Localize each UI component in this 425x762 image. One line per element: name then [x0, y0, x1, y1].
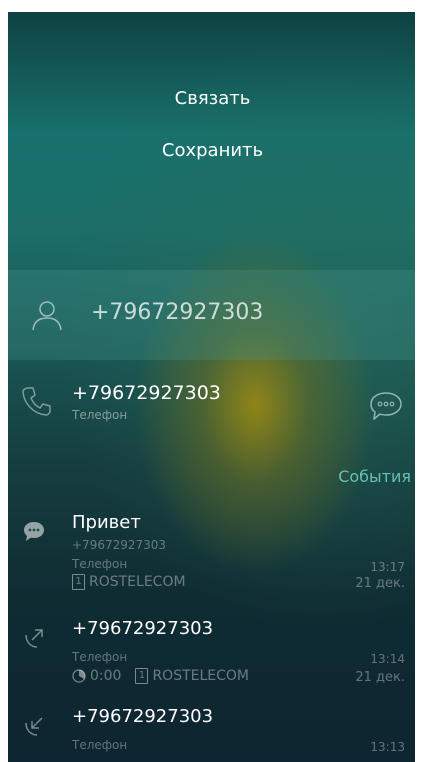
list-item[interactable]: +79672927303 Телефон 0:00 1 ROSTELECOM 1… — [8, 618, 415, 690]
event-time: 13:13 — [370, 740, 405, 754]
event-date: 21 дек. — [355, 670, 405, 685]
event-sim-line: 1 ROSTELECOM — [72, 574, 186, 590]
event-type: Телефон — [72, 738, 128, 752]
tab-events[interactable]: События — [338, 467, 411, 486]
person-icon — [32, 301, 62, 331]
event-title: +79672927303 — [72, 706, 214, 727]
contact-row[interactable]: +79672927303 Телефон — [8, 378, 415, 438]
operator-name: ROSTELECOM — [89, 574, 186, 590]
clock-icon — [72, 669, 86, 683]
sim-icon: 1 — [135, 668, 149, 684]
event-time: 13:14 — [370, 652, 405, 666]
outgoing-call-icon — [25, 629, 43, 648]
event-number: +79672927303 — [72, 538, 167, 552]
number-field-bar[interactable]: +79672927303 — [8, 270, 415, 360]
number-field[interactable]: +79672927303 — [91, 300, 263, 325]
link-button[interactable]: Связать — [0, 88, 425, 109]
sms-icon — [24, 522, 44, 541]
list-item[interactable]: Привет +79672927303 Телефон 1 ROSTELECOM… — [8, 512, 415, 602]
event-title: Привет — [72, 512, 141, 533]
sim-icon: 1 — [72, 574, 85, 590]
phone-icon[interactable] — [20, 384, 54, 418]
left-frame — [0, 0, 8, 762]
incoming-call-icon — [25, 717, 43, 736]
save-button[interactable]: Сохранить — [0, 140, 425, 161]
call-duration: 0:00 — [90, 668, 122, 684]
top-frame — [0, 0, 425, 12]
contact-type: Телефон — [72, 408, 128, 422]
event-date: 21 дек. — [355, 576, 405, 591]
event-time: 13:17 — [370, 560, 405, 574]
event-type: Телефон — [72, 650, 128, 664]
event-type: Телефон — [72, 557, 128, 571]
contact-number: +79672927303 — [72, 382, 221, 404]
chat-bubble-icon[interactable] — [368, 390, 404, 422]
event-title: +79672927303 — [72, 618, 214, 639]
operator-name: ROSTELECOM — [152, 668, 250, 684]
list-item[interactable]: +79672927303 Телефон 13:13 — [8, 706, 415, 762]
event-sim-line: 0:00 1 ROSTELECOM — [72, 668, 249, 684]
right-frame — [415, 0, 425, 762]
